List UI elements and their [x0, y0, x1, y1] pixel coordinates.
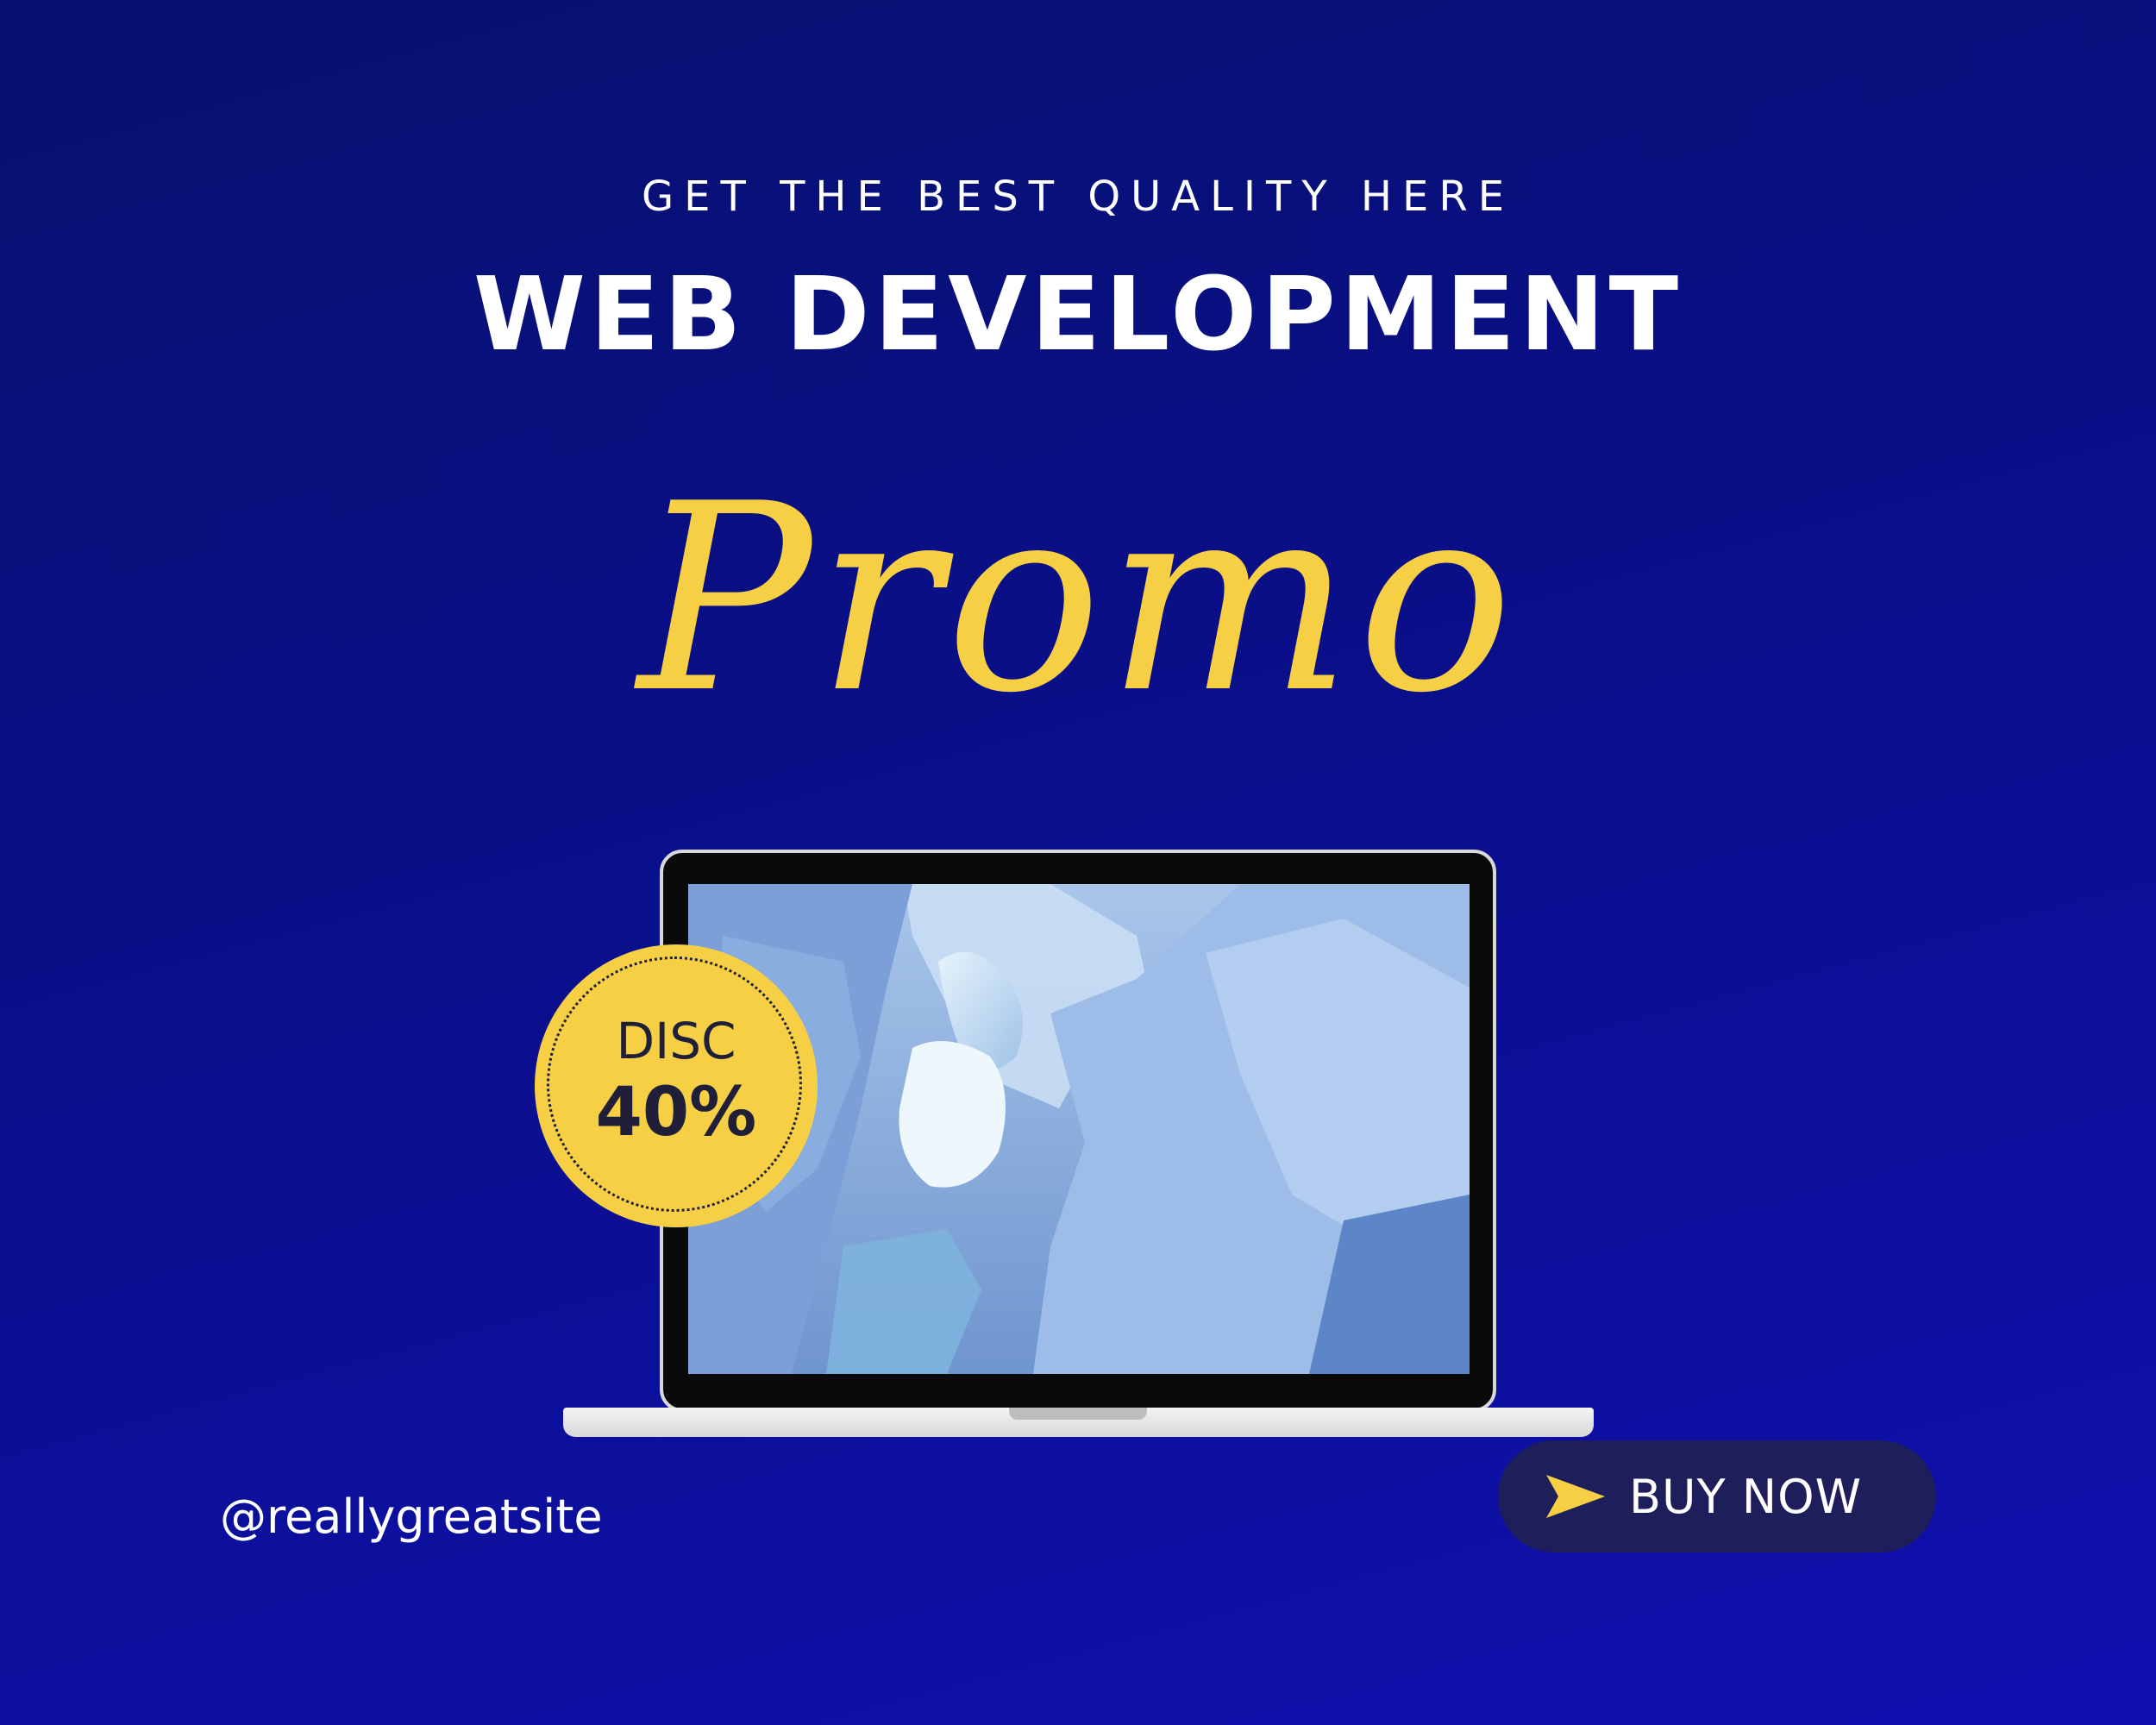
- promo-banner: GET THE BEST QUALITY HERE WEB DEVELOPMEN…: [0, 0, 2156, 1725]
- promo-script-title: Promo: [637, 448, 1519, 750]
- badge-value: 40%: [595, 1074, 757, 1151]
- buy-now-button[interactable]: BUY NOW: [1498, 1440, 1936, 1552]
- paper-plane-icon: [1546, 1475, 1605, 1518]
- social-handle: @reallygreatsite: [220, 1490, 603, 1544]
- buy-now-label: BUY NOW: [1629, 1470, 1863, 1524]
- discount-badge: DISC 40%: [535, 944, 818, 1227]
- badge-label: DISC: [616, 1012, 736, 1070]
- headline: WEB DEVELOPMENT: [473, 254, 1683, 373]
- laptop-notch: [1009, 1408, 1147, 1420]
- tagline: GET THE BEST QUALITY HERE: [641, 172, 1515, 221]
